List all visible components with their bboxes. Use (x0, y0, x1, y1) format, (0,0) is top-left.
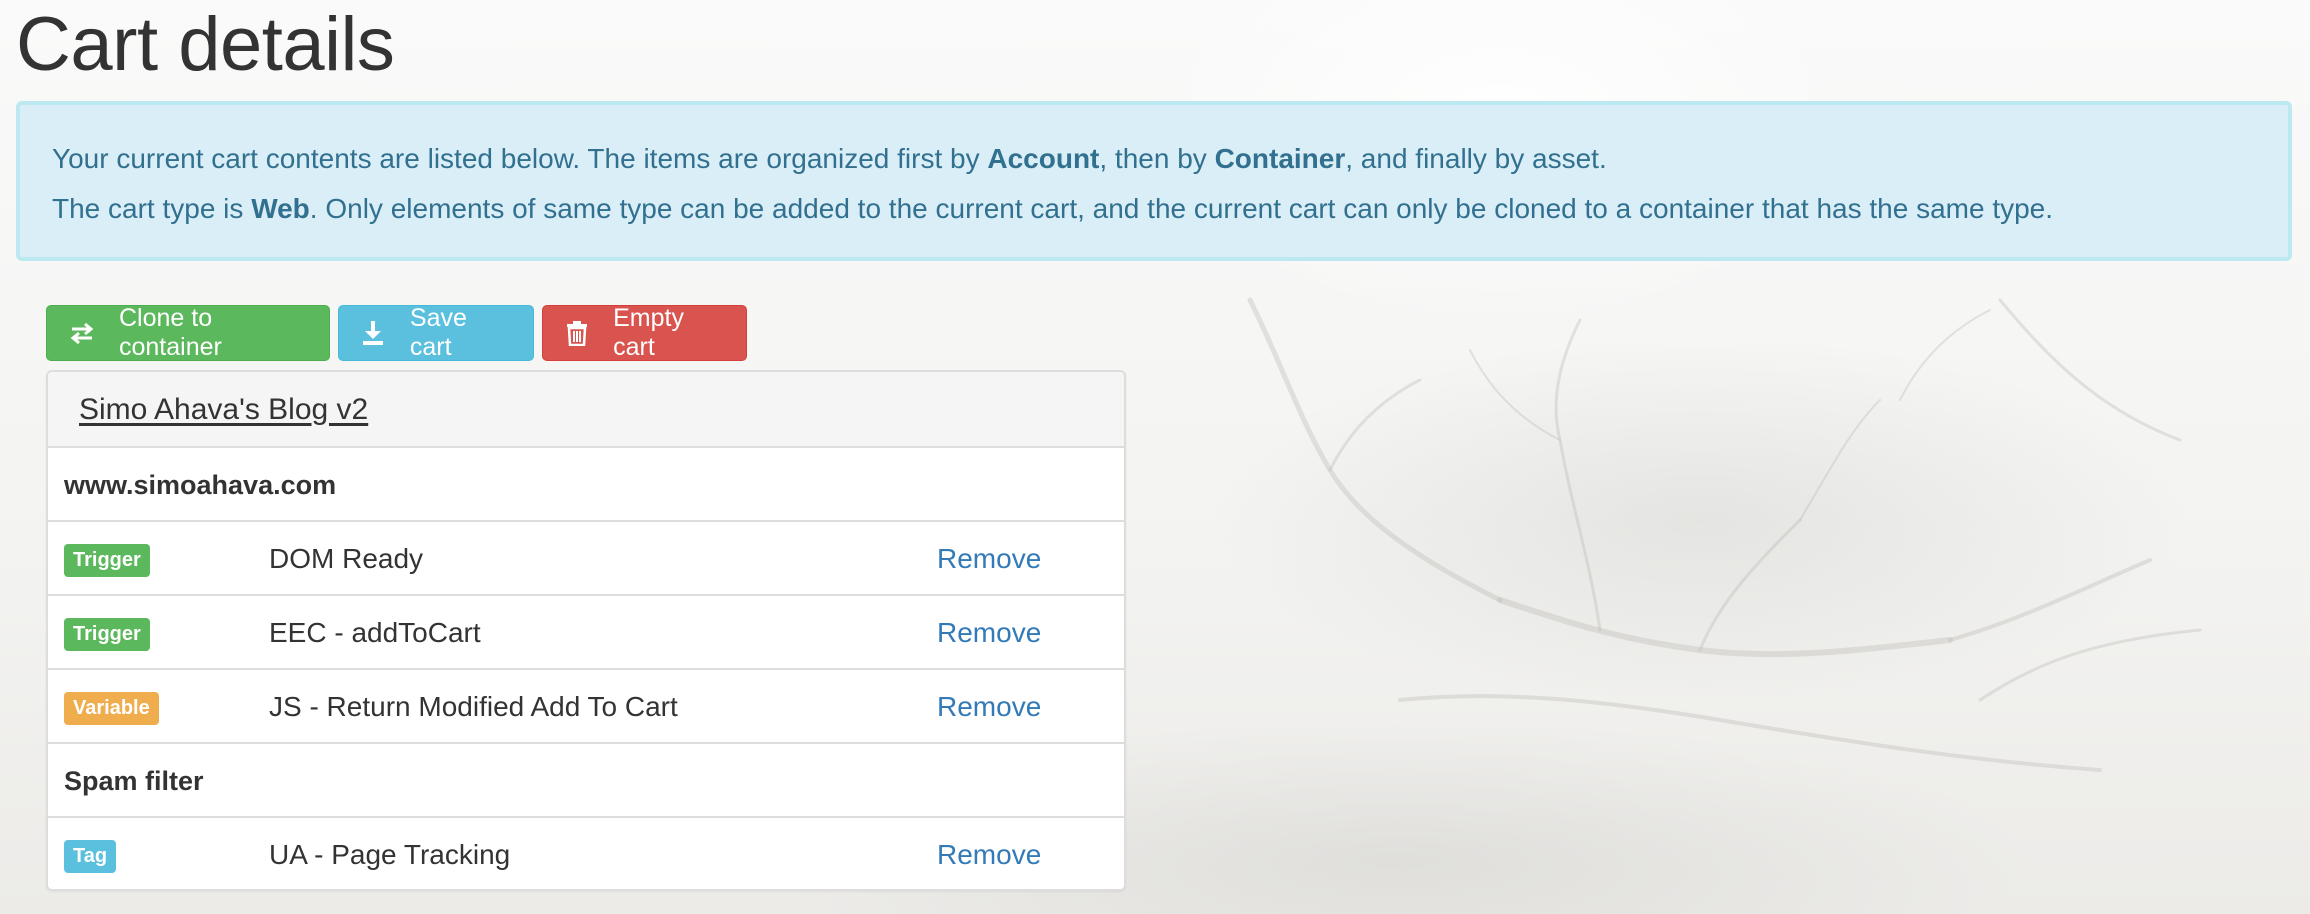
container-row: Spam filter (48, 744, 1124, 818)
remove-link[interactable]: Remove (937, 542, 1041, 576)
info-alert: Your current cart contents are listed be… (16, 101, 2292, 261)
cart-item-name: JS - Return Modified Add To Cart (269, 691, 678, 722)
alert-line-2: The cart type is Web. Only elements of s… (52, 191, 2053, 227)
trigger-badge: Trigger (64, 544, 150, 577)
variable-badge: Variable (64, 692, 159, 725)
tag-badge: Tag (64, 840, 117, 873)
container-name: www.simoahava.com (64, 470, 337, 500)
cart-item-name: DOM Ready (269, 543, 424, 574)
save-cart-label: Save cart (409, 304, 467, 361)
save-cart-button[interactable]: Save cart (338, 304, 534, 361)
alert-account-emphasis: Account (987, 143, 1100, 174)
alert-container-emphasis: Container (1214, 143, 1346, 174)
alert-line-1-text-a: Your current cart contents are listed be… (52, 143, 988, 174)
cart-toolbar: Clone to container Save cart Empty cart (46, 304, 747, 361)
trash-icon (565, 320, 589, 346)
remove-link[interactable]: Remove (937, 690, 1041, 724)
clone-to-container-label: Clone to container (119, 304, 222, 361)
cart-item-name: UA - Page Tracking (269, 839, 511, 870)
alert-line-1-text-c: , and finally by asset. (1345, 143, 1607, 174)
cart-item-row: Variable JS - Return Modified Add To Car… (48, 670, 1124, 744)
cart-item-name: EEC - addToCart (269, 617, 481, 648)
empty-cart-button[interactable]: Empty cart (542, 304, 747, 361)
cart-panel: Simo Ahava's Blog v2 www.simoahava.com T… (46, 370, 1126, 891)
container-row: www.simoahava.com (48, 448, 1124, 522)
clone-to-container-button[interactable]: Clone to container (46, 304, 330, 361)
alert-line-1-text-b: , then by (1099, 143, 1215, 174)
alert-line-1: Your current cart contents are listed be… (52, 141, 1607, 177)
remove-link[interactable]: Remove (937, 838, 1041, 872)
alert-cart-type: Web (251, 193, 310, 224)
alert-line-2-text-b: . Only elements of same type can be adde… (309, 193, 2054, 224)
container-name: Spam filter (64, 766, 204, 796)
cart-item-row: Trigger EEC - addToCart Remove (48, 596, 1124, 670)
alert-line-2-text-a: The cart type is (52, 193, 252, 224)
trigger-badge: Trigger (64, 618, 150, 651)
cart-item-row: Tag UA - Page Tracking Remove (48, 818, 1124, 889)
transfer-icon (69, 320, 95, 346)
page-title: Cart details (16, 2, 395, 87)
account-link[interactable]: Simo Ahava's Blog v2 (79, 392, 368, 428)
empty-cart-label: Empty cart (613, 304, 684, 361)
download-icon (361, 320, 386, 346)
account-heading: Simo Ahava's Blog v2 (48, 372, 1124, 448)
remove-link[interactable]: Remove (937, 616, 1041, 650)
cart-item-row: Trigger DOM Ready Remove (48, 522, 1124, 596)
